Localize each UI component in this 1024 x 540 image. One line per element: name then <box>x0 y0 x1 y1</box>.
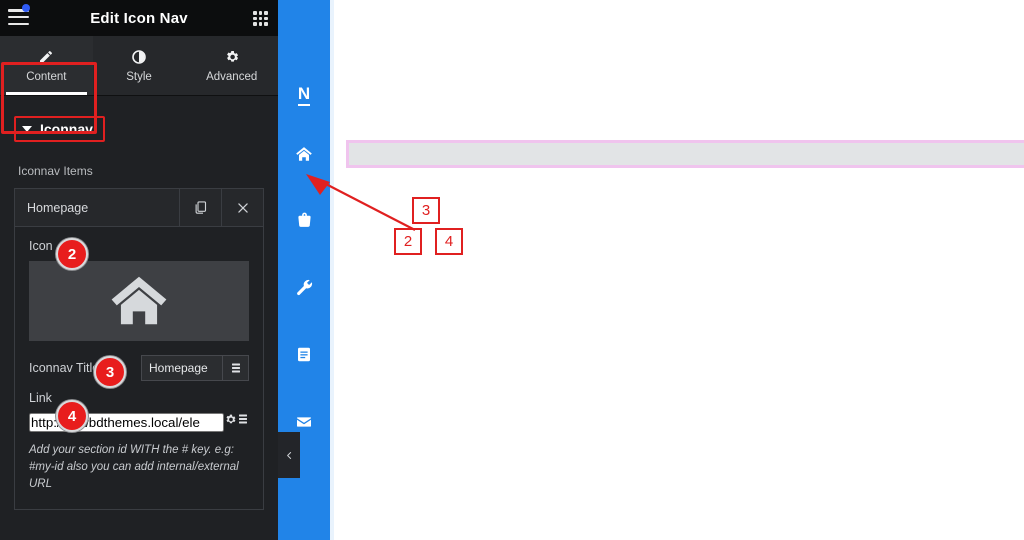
iconnav-section-label: Iconnav <box>40 121 93 137</box>
database-stack-icon[interactable] <box>237 413 249 432</box>
contrast-half-circle-icon <box>131 48 147 65</box>
canvas-number-box-2: 2 <box>394 228 422 255</box>
screen-root: Edit Icon Nav Content Style Advanced Ico… <box>0 0 1024 540</box>
panel-collapse-toggle[interactable] <box>278 432 300 478</box>
notification-dot-icon <box>22 4 30 12</box>
envelope-mail-icon <box>294 414 314 430</box>
grid-apps-icon[interactable] <box>253 11 268 26</box>
repeater-item-body: Icon Iconnav Title Homepage Link http://… <box>15 227 263 509</box>
tab-advanced-label: Advanced <box>206 71 258 83</box>
iconnav-title-field-row: Iconnav Title <box>29 355 249 381</box>
page-title: Edit Icon Nav <box>90 9 188 27</box>
panel-header: Edit Icon Nav <box>0 0 278 36</box>
home-icon <box>103 270 175 332</box>
gear-icon <box>224 48 240 65</box>
book-document-icon <box>295 345 313 364</box>
nav-item-services[interactable] <box>278 254 330 321</box>
iconnav-section-chip[interactable]: Iconnav <box>14 116 105 142</box>
canvas-number-box-4: 4 <box>435 228 463 255</box>
repeater-item-title: Homepage <box>27 200 89 215</box>
iconnav-title-input[interactable] <box>141 355 223 381</box>
tab-style[interactable]: Style <box>93 36 186 95</box>
gear-icon[interactable] <box>224 413 237 432</box>
link-help-text: Add your section id WITH the # key. e.g:… <box>29 444 239 490</box>
iconnav-title-control <box>141 355 249 381</box>
home-icon <box>294 145 314 163</box>
database-stack-icon[interactable] <box>223 355 249 381</box>
chevron-left-icon <box>285 449 294 462</box>
nav-item-logo[interactable]: N <box>278 0 330 120</box>
wrench-icon <box>295 278 314 297</box>
empty-section-placeholder[interactable] <box>346 140 1024 168</box>
iconnav-section-header[interactable]: Iconnav <box>0 116 278 142</box>
tab-content[interactable]: Content <box>0 36 93 95</box>
iconnav-items-label: Iconnav Items <box>18 164 93 178</box>
page-canvas <box>334 0 1024 540</box>
icon-preview[interactable] <box>29 261 249 341</box>
letter-n-logo: N <box>297 84 311 106</box>
tab-advanced[interactable]: Advanced <box>185 36 278 95</box>
pencil-icon <box>38 48 54 65</box>
nav-item-blog[interactable] <box>278 321 330 388</box>
copy-icon[interactable] <box>179 189 221 226</box>
panel-tabs: Content Style Advanced <box>0 36 278 134</box>
caret-down-icon <box>22 126 32 132</box>
iconnav-repeater: Homepage Icon Iconnav Title Homepage Lin… <box>14 188 264 510</box>
canvas-number-box-3: 3 <box>412 197 440 224</box>
callout-badge-2: 2 <box>56 238 88 270</box>
iconnav-title-label: Iconnav Title <box>29 361 100 375</box>
tab-style-label: Style <box>126 71 152 83</box>
tab-content-label: Content <box>26 71 67 83</box>
close-x-icon[interactable] <box>221 189 263 226</box>
editor-panel: Edit Icon Nav Content Style Advanced Ico… <box>0 0 278 540</box>
callout-badge-4: 4 <box>56 400 88 432</box>
callout-badge-3: 3 <box>94 356 126 388</box>
repeater-item-homepage[interactable]: Homepage <box>15 189 263 227</box>
